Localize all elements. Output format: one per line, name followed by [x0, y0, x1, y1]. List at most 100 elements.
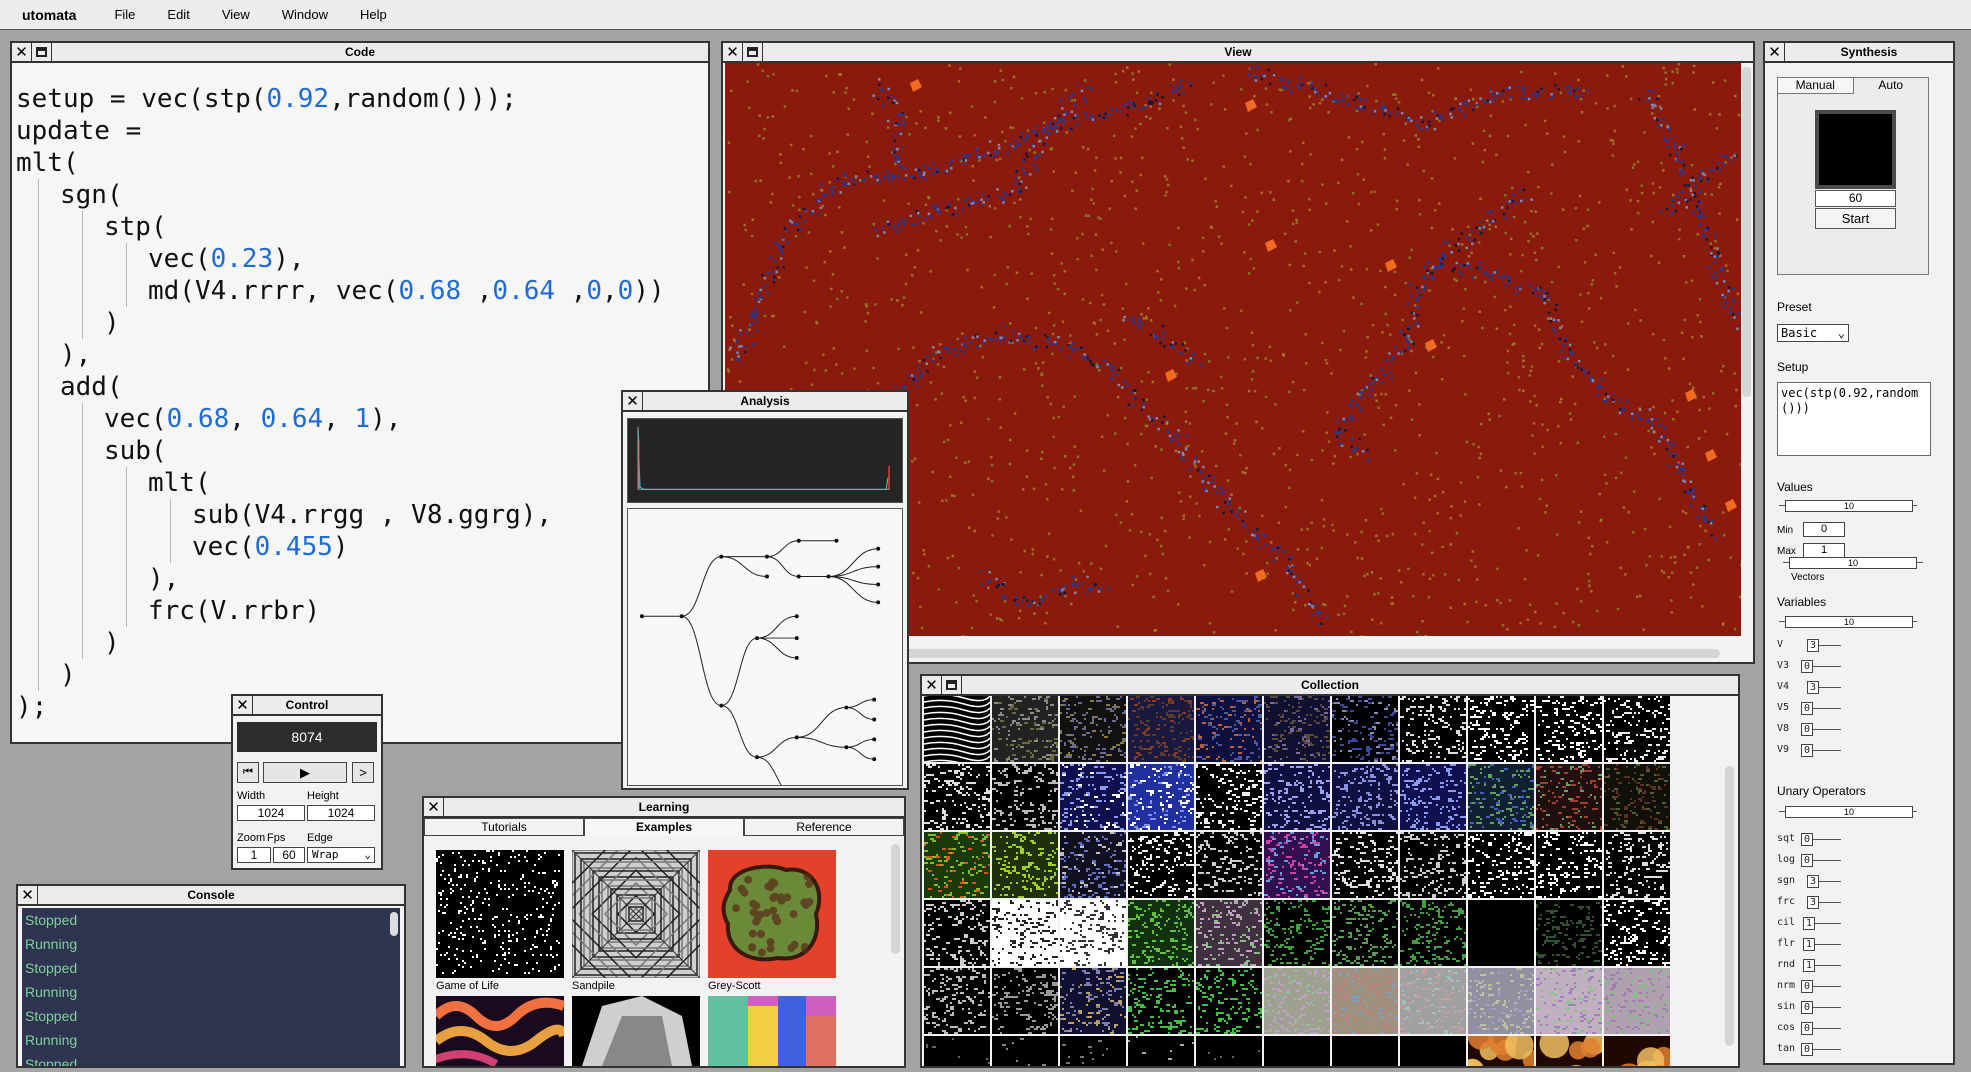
collection-tile[interactable] — [1060, 900, 1126, 966]
learning-scrollbar[interactable] — [891, 844, 900, 954]
example-grey-scott-thumbnail[interactable] — [708, 850, 836, 978]
values-slider[interactable]: 10 — [1779, 500, 1917, 512]
collection-tile[interactable] — [1400, 1036, 1466, 1068]
collection-tile[interactable] — [1196, 1036, 1262, 1068]
example-thumbnail[interactable] — [436, 996, 564, 1066]
collection-tile[interactable] — [1196, 832, 1262, 898]
console-scrollbar[interactable] — [390, 912, 398, 936]
tab-manual[interactable]: Manual — [1778, 78, 1854, 94]
unary-slider-thumb[interactable]: 10 — [1785, 806, 1913, 818]
collection-tile[interactable] — [1536, 900, 1602, 966]
operator-row[interactable]: log 0 — [1777, 854, 1841, 868]
operator-weight-thumb[interactable]: 1 — [1803, 959, 1815, 972]
menu-window[interactable]: Window — [266, 7, 344, 22]
collection-tile[interactable] — [992, 832, 1058, 898]
tab-auto[interactable]: Auto — [1854, 78, 1929, 94]
operator-weight-thumb[interactable]: 0 — [1801, 980, 1813, 993]
unary-slider[interactable]: 10 — [1779, 806, 1917, 818]
example-game-of-life-thumbnail[interactable] — [436, 850, 564, 978]
operator-weight-track[interactable] — [1813, 1028, 1841, 1029]
collection-tile[interactable] — [1332, 1036, 1398, 1068]
collection-tile[interactable] — [924, 1036, 990, 1068]
collection-tile[interactable] — [1264, 900, 1330, 966]
operator-row[interactable]: V5 0 — [1777, 702, 1841, 716]
operator-weight-thumb[interactable]: 3 — [1807, 639, 1819, 652]
menu-file[interactable]: File — [98, 7, 151, 22]
operator-row[interactable]: V8 0 — [1777, 723, 1841, 737]
collection-tile[interactable] — [1400, 968, 1466, 1034]
collection-titlebar[interactable]: ✕ Collection — [922, 676, 1738, 696]
operator-weight-thumb[interactable]: 1 — [1803, 917, 1815, 930]
collection-tile[interactable] — [1060, 1036, 1126, 1068]
collection-tile[interactable] — [1604, 900, 1670, 966]
collection-tile[interactable] — [1468, 764, 1534, 830]
code-titlebar[interactable]: ✕ Code — [12, 43, 708, 63]
collection-tile[interactable] — [1400, 832, 1466, 898]
operator-row[interactable]: V4 3 — [1777, 681, 1841, 695]
example-thumbnail[interactable] — [708, 996, 836, 1066]
operator-row[interactable]: frc 3 — [1777, 896, 1841, 910]
view-scrollbar[interactable] — [1742, 67, 1751, 397]
collection-tile[interactable] — [1332, 832, 1398, 898]
operator-weight-thumb[interactable]: 0 — [1801, 702, 1813, 715]
collection-tile[interactable] — [992, 900, 1058, 966]
collection-tile[interactable] — [1264, 1036, 1330, 1068]
vectors-slider[interactable]: 10 — [1783, 557, 1923, 569]
operator-weight-thumb[interactable]: 3 — [1807, 875, 1819, 888]
operator-weight-thumb[interactable]: 0 — [1801, 854, 1813, 867]
max-input[interactable]: 1 — [1803, 543, 1845, 558]
collection-tile[interactable] — [1060, 968, 1126, 1034]
menu-edit[interactable]: Edit — [151, 7, 205, 22]
collection-tile[interactable] — [1060, 832, 1126, 898]
operator-weight-track[interactable] — [1813, 860, 1841, 861]
collection-tile[interactable] — [1604, 1036, 1670, 1068]
collection-tile[interactable] — [1468, 900, 1534, 966]
collection-tile[interactable] — [1332, 968, 1398, 1034]
collection-tile[interactable] — [1264, 968, 1330, 1034]
example-thumbnail[interactable] — [572, 996, 700, 1066]
collection-tile[interactable] — [1128, 696, 1194, 762]
collection-tile[interactable] — [1400, 696, 1466, 762]
operator-row[interactable]: sgn 3 — [1777, 875, 1841, 889]
menu-help[interactable]: Help — [344, 7, 403, 22]
view-titlebar[interactable]: ✕ View — [723, 43, 1753, 63]
collection-tile[interactable] — [1196, 696, 1262, 762]
operator-weight-thumb[interactable]: 0 — [1801, 723, 1813, 736]
preset-select[interactable]: Basic ⌄ — [1777, 324, 1849, 342]
collection-tile[interactable] — [1264, 696, 1330, 762]
operator-weight-thumb[interactable]: 0 — [1801, 833, 1813, 846]
fps-input[interactable]: 60 — [273, 847, 305, 863]
collection-tile[interactable] — [924, 696, 990, 762]
operator-row[interactable]: tan 0 — [1777, 1043, 1841, 1057]
frames-input[interactable]: 60 — [1815, 190, 1896, 207]
collection-tile[interactable] — [1332, 764, 1398, 830]
operator-row[interactable]: cos 0 — [1777, 1022, 1841, 1036]
variables-slider-thumb[interactable]: 10 — [1785, 616, 1913, 628]
example-sandpile-thumbnail[interactable] — [572, 850, 700, 978]
operator-weight-thumb[interactable]: 0 — [1801, 1064, 1813, 1065]
operator-row[interactable]: sin 0 — [1777, 1001, 1841, 1015]
operator-row[interactable]: rnd 1 — [1777, 959, 1841, 973]
tab-reference[interactable]: Reference — [744, 818, 904, 836]
menu-view[interactable]: View — [206, 7, 266, 22]
collection-tile[interactable] — [992, 1036, 1058, 1068]
operator-row[interactable]: V9 0 — [1777, 744, 1841, 758]
collection-tile[interactable] — [992, 764, 1058, 830]
collection-tile[interactable] — [992, 968, 1058, 1034]
zoom-input[interactable]: 1 — [237, 847, 271, 863]
operator-weight-thumb[interactable]: 0 — [1801, 744, 1813, 757]
collection-tile[interactable] — [1604, 968, 1670, 1034]
min-input[interactable]: 0 — [1803, 522, 1845, 537]
width-input[interactable]: 1024 — [237, 805, 305, 821]
collection-tile[interactable] — [1400, 764, 1466, 830]
operator-row[interactable]: V3 0 — [1777, 660, 1841, 674]
operator-weight-track[interactable] — [1813, 986, 1841, 987]
operator-weight-thumb[interactable]: 3 — [1807, 681, 1819, 694]
collection-tile[interactable] — [1468, 696, 1534, 762]
collection-scrollbar[interactable] — [1725, 766, 1734, 1046]
collection-tile[interactable] — [924, 764, 990, 830]
collection-tile[interactable] — [1468, 968, 1534, 1034]
operator-weight-track[interactable] — [1813, 839, 1841, 840]
synthesis-titlebar[interactable]: ✕ Synthesis — [1765, 43, 1953, 63]
learning-titlebar[interactable]: ✕ Learning — [424, 798, 904, 818]
